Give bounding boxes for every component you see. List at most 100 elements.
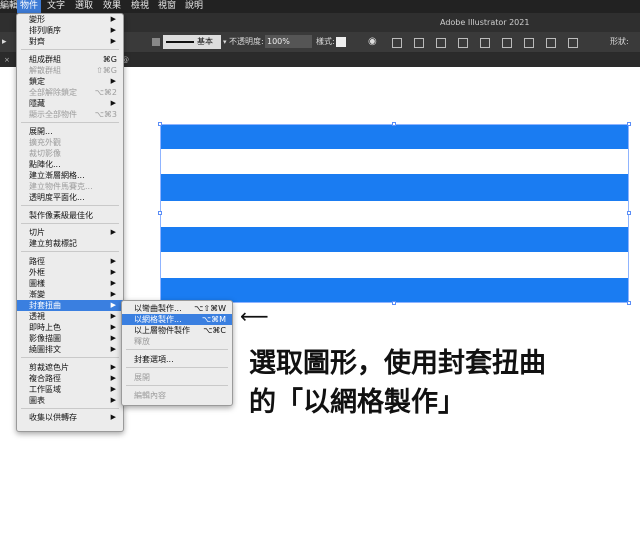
menu-item[interactable]: 繞圖排文 ▶ — [17, 344, 123, 355]
menu-item[interactable]: 路徑 ▶ — [17, 256, 123, 267]
menu-item-label: 圖表 — [29, 395, 45, 405]
menu-item[interactable]: 漸變 ▶ — [17, 289, 123, 300]
resize-handle[interactable] — [627, 122, 631, 126]
menu-item[interactable]: 外框 ▶ — [17, 267, 123, 278]
menu-item-shortcut: ⌥⌘3 — [94, 109, 117, 119]
menu-item-label: 展開... — [29, 127, 53, 137]
resize-handle[interactable] — [627, 211, 631, 215]
menu-item-label: 解散群組 — [29, 65, 61, 75]
menu-item[interactable]: 組成群組 ⌘G — [17, 54, 123, 65]
menu-separator — [126, 349, 228, 350]
menu-help[interactable]: 說明 — [185, 0, 203, 13]
menu-item[interactable]: 對齊 ▶ — [17, 36, 123, 47]
menu-item-label: 外框 — [29, 268, 45, 277]
menu-item: 建立物件馬賽克... — [17, 181, 123, 192]
menu-item-shortcut: ⌥⌘M — [201, 315, 226, 324]
menu-item[interactable]: 排列順序 ▶ — [17, 25, 123, 36]
menu-item[interactable]: 封套扭曲 ▶ — [17, 300, 123, 311]
menu-item-label: 透明度平面化... — [29, 193, 85, 203]
menu-item[interactable]: 鎖定 ▶ — [17, 76, 123, 87]
menu-item[interactable]: 切片 ▶ — [17, 227, 123, 238]
align-left-icon[interactable] — [392, 38, 402, 48]
align-center-icon[interactable] — [414, 38, 424, 48]
menu-window[interactable]: 視窗 — [158, 0, 176, 13]
opacity-label: 不透明度: — [229, 37, 264, 46]
menu-item-label: 鎖定 — [29, 76, 45, 86]
menu-item[interactable]: 工作區域 ▶ — [17, 384, 123, 395]
menu-item[interactable]: 透視 ▶ — [17, 311, 123, 322]
menu-item-label: 點陣化... — [29, 160, 61, 170]
menu-item[interactable]: 封套選項... — [122, 354, 232, 365]
menu-edit[interactable]: 編輯 — [0, 0, 18, 13]
menu-item[interactable]: 圖表 ▶ — [17, 395, 123, 406]
menu-item-shortcut: ⇧⌘G — [96, 65, 117, 75]
menu-item-label: 組成群組 — [29, 54, 61, 64]
stroke-profile-dropdown[interactable]: 基本 — [163, 35, 221, 49]
menu-view[interactable]: 檢視 — [131, 0, 149, 13]
menu-item-shortcut: ⌥⌘C — [203, 326, 226, 335]
opacity-field[interactable]: 100% — [265, 35, 312, 48]
recolor-icon[interactable]: ◉ — [368, 32, 377, 52]
chevron-down-icon[interactable]: ▾ — [223, 32, 227, 52]
resize-handle[interactable] — [158, 122, 162, 126]
shape-label: 形狀: — [610, 37, 629, 46]
menu-item[interactable]: 建立剪裁標記 — [17, 238, 123, 249]
menu-item[interactable]: 即時上色 ▶ — [17, 322, 123, 333]
menu-item[interactable]: 透明度平面化... — [17, 192, 123, 203]
arrow-left-icon: ⟵ — [240, 304, 269, 328]
menu-item-label: 擴充外觀 — [29, 138, 61, 148]
menu-item[interactable]: 複合路徑 ▶ — [17, 373, 123, 384]
menu-item[interactable]: 以上層物件製作 ⌥⌘C — [122, 325, 232, 336]
menu-item[interactable]: 影像描圖 ▶ — [17, 333, 123, 344]
menu-type[interactable]: 文字 — [47, 0, 65, 13]
menu-item: 擴充外觀 — [17, 137, 123, 148]
stroke-line-icon — [166, 41, 194, 43]
menu-separator — [21, 407, 119, 409]
menu-item-label: 對齊 — [29, 37, 45, 46]
menu-item[interactable]: 隱藏 ▶ — [17, 98, 123, 109]
menu-object[interactable]: 物件 — [17, 0, 42, 13]
menu-item[interactable]: 圖樣 ▶ — [17, 278, 123, 289]
close-icon[interactable]: × — [4, 53, 10, 67]
menu-item[interactable]: 點陣化... — [17, 159, 123, 170]
distribute-v-icon[interactable] — [568, 38, 578, 48]
menu-item[interactable]: 展開... — [17, 126, 123, 137]
control-arrow-icon[interactable]: ▸ — [2, 32, 7, 52]
resize-handle[interactable] — [158, 211, 162, 215]
menu-effect[interactable]: 效果 — [103, 0, 121, 13]
menu-item-label: 影像描圖 — [29, 334, 61, 343]
submenu-arrow-icon: ▶ — [110, 312, 116, 320]
menu-item[interactable]: 以彎曲製作... ⌥⇧⌘W — [122, 303, 232, 314]
menu-item: 解散群組 ⇧⌘G — [17, 65, 123, 76]
stroke-profile-label: 基本 — [197, 37, 213, 46]
menu-item-label: 封套扭曲 — [29, 301, 61, 310]
menu-item-shortcut: ⌥⌘2 — [94, 87, 117, 97]
resize-handle[interactable] — [392, 122, 396, 126]
menu-item[interactable]: 建立漸層網格... — [17, 170, 123, 181]
align-middle-icon[interactable] — [480, 38, 490, 48]
menu-item[interactable]: 以網格製作... ⌥⌘M — [122, 314, 232, 325]
menu-item[interactable]: 剪裁遮色片 ▶ — [17, 362, 123, 373]
align-bottom-icon[interactable] — [502, 38, 512, 48]
menu-separator — [126, 367, 228, 368]
fill-swatch[interactable] — [152, 38, 160, 46]
resize-handle[interactable] — [392, 301, 396, 305]
submenu-arrow-icon: ▶ — [110, 384, 116, 393]
menu-item-label: 漸變 — [29, 290, 45, 299]
menu-item[interactable]: 變形 ▶ — [17, 14, 123, 25]
submenu-arrow-icon: ▶ — [110, 323, 116, 331]
menu-select[interactable]: 選取 — [75, 0, 93, 13]
align-top-icon[interactable] — [458, 38, 468, 48]
style-swatch[interactable] — [336, 37, 346, 47]
submenu-arrow-icon: ▶ — [110, 395, 116, 404]
distribute-icon[interactable] — [524, 38, 534, 48]
distribute-h-icon[interactable] — [546, 38, 556, 48]
submenu-arrow-icon: ▶ — [110, 228, 116, 237]
selection-bounding-box[interactable] — [160, 124, 629, 303]
menu-item[interactable]: 收集以供轉存 ▶ — [17, 412, 123, 423]
align-right-icon[interactable] — [436, 38, 446, 48]
resize-handle[interactable] — [627, 301, 631, 305]
menu-item[interactable]: 製作像素級最佳化 — [17, 210, 123, 221]
menu-item-label: 以上層物件製作 — [134, 326, 190, 335]
menu-item: 全部解除鎖定 ⌥⌘2 — [17, 87, 123, 98]
